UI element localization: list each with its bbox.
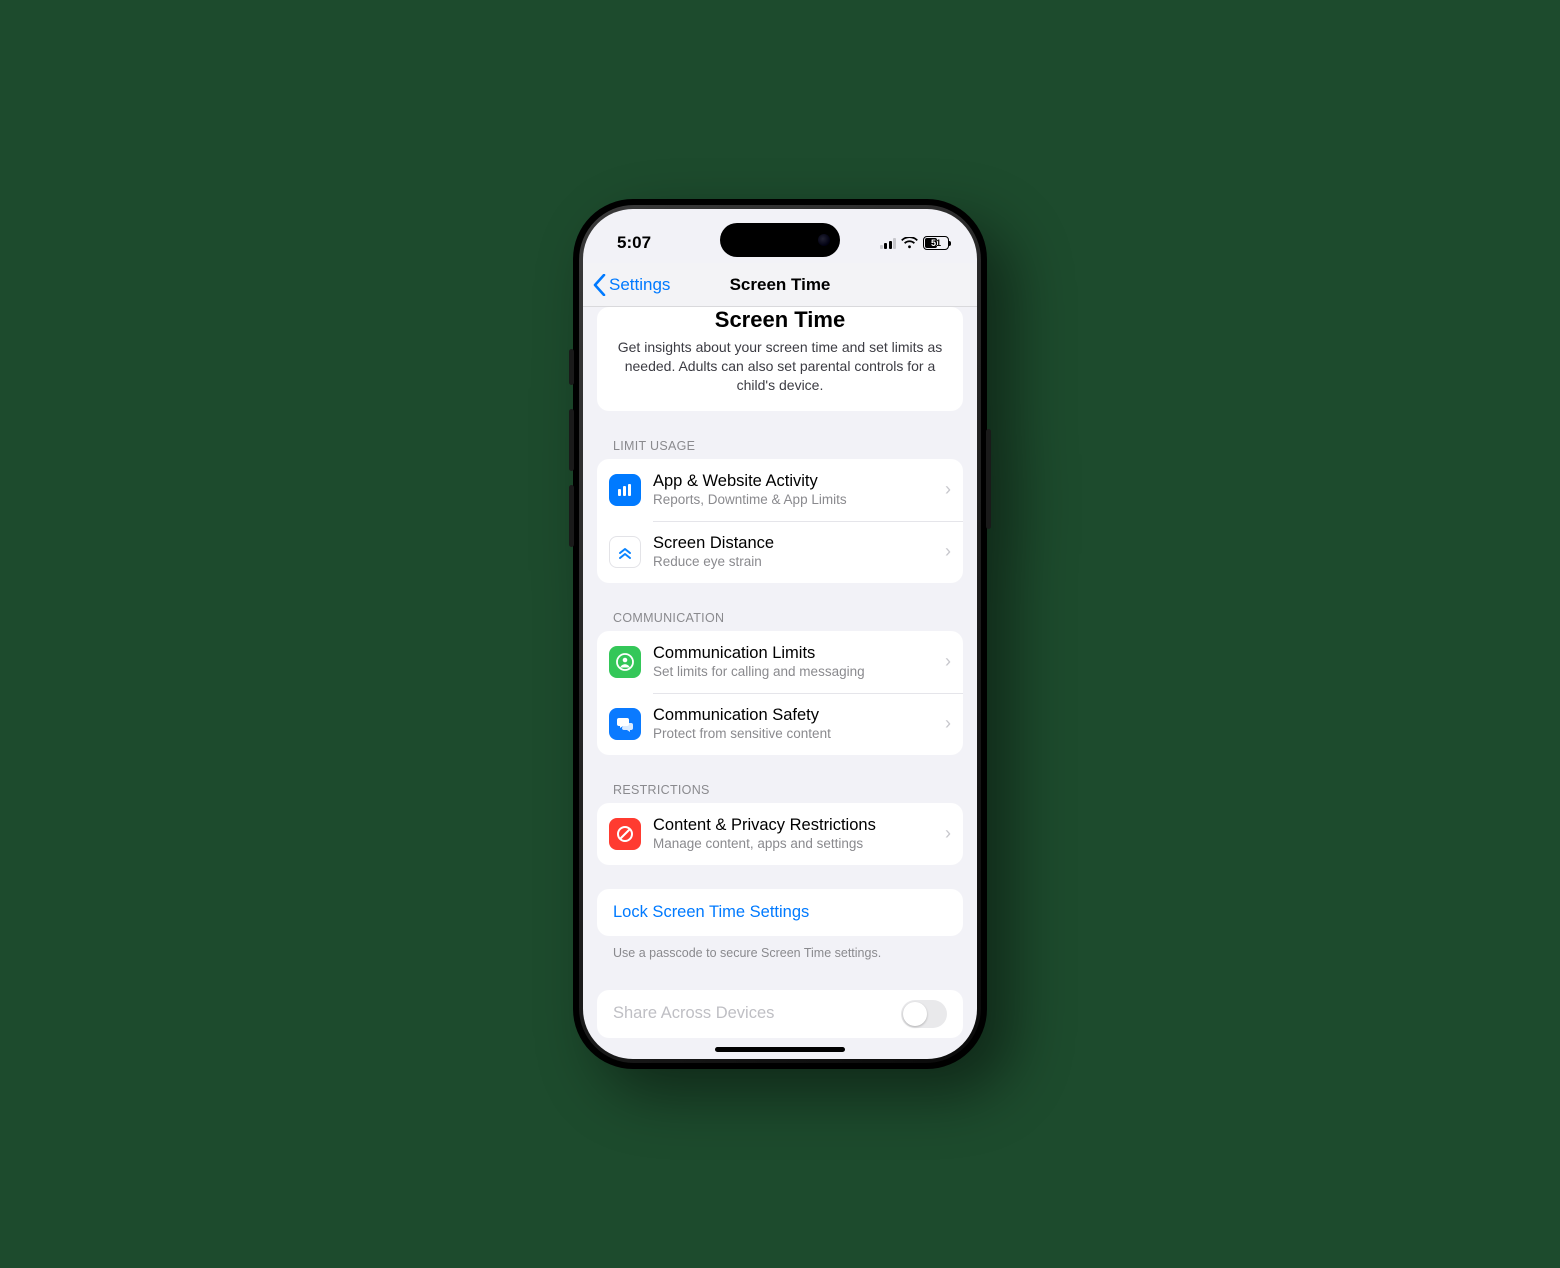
chevron-left-icon — [593, 274, 606, 296]
row-title: Communication Limits — [653, 644, 939, 663]
row-subtitle: Manage content, apps and settings — [653, 836, 939, 851]
row-title: Screen Distance — [653, 534, 939, 553]
volume-down-hw — [569, 485, 574, 547]
row-communication-limits[interactable]: Communication Limits Set limits for call… — [597, 631, 963, 693]
chevron-right-icon: › — [945, 541, 951, 562]
no-entry-icon — [609, 818, 641, 850]
page-description: Get insights about your screen time and … — [615, 338, 945, 395]
chevron-right-icon: › — [945, 823, 951, 844]
link-label: Lock Screen Time Settings — [613, 903, 809, 921]
row-screen-distance[interactable]: Screen Distance Reduce eye strain › — [597, 521, 963, 583]
chevron-right-icon: › — [945, 479, 951, 500]
group-communication: Communication Limits Set limits for call… — [597, 631, 963, 755]
speech-bubbles-icon — [609, 708, 641, 740]
chevron-right-icon: › — [945, 713, 951, 734]
section-header-restrictions: RESTRICTIONS — [613, 783, 963, 797]
nav-bar: Settings Screen Time — [583, 263, 977, 307]
screen: 5:07 51 Settings — [583, 209, 977, 1059]
chart-bar-icon — [609, 474, 641, 506]
person-circle-icon — [609, 646, 641, 678]
cellular-signal-icon — [880, 237, 897, 249]
status-time: 5:07 — [617, 233, 651, 253]
home-indicator[interactable] — [715, 1047, 845, 1052]
phone-frame: 5:07 51 Settings — [573, 199, 987, 1069]
section-header-communication: COMMUNICATION — [613, 611, 963, 625]
row-lock-screen-time[interactable]: Lock Screen Time Settings — [597, 889, 963, 936]
row-title: App & Website Activity — [653, 472, 939, 491]
row-subtitle: Reduce eye strain — [653, 554, 939, 569]
battery-icon: 51 — [923, 236, 949, 250]
row-subtitle: Set limits for calling and messaging — [653, 664, 939, 679]
nav-title: Screen Time — [730, 275, 831, 295]
row-subtitle: Reports, Downtime & App Limits — [653, 492, 939, 507]
row-subtitle: Protect from sensitive content — [653, 726, 939, 741]
section-header-limit-usage: LIMIT USAGE — [613, 439, 963, 453]
silent-switch — [569, 349, 574, 385]
row-share-across-devices[interactable]: Share Across Devices — [597, 990, 963, 1038]
dynamic-island — [720, 223, 840, 257]
row-title: Communication Safety — [653, 706, 939, 725]
back-label: Settings — [609, 275, 670, 295]
row-content-privacy[interactable]: Content & Privacy Restrictions Manage co… — [597, 803, 963, 865]
intro-card: Screen Time Get insights about your scre… — [597, 307, 963, 411]
wifi-icon — [901, 237, 918, 249]
group-limit-usage: App & Website Activity Reports, Downtime… — [597, 459, 963, 583]
chevron-right-icon: › — [945, 651, 951, 672]
volume-up-hw — [569, 409, 574, 471]
lock-footnote: Use a passcode to secure Screen Time set… — [613, 946, 963, 960]
row-communication-safety[interactable]: Communication Safety Protect from sensit… — [597, 693, 963, 755]
row-app-website-activity[interactable]: App & Website Activity Reports, Downtime… — [597, 459, 963, 521]
row-title: Share Across Devices — [613, 1004, 774, 1023]
page-title: Screen Time — [615, 307, 945, 333]
chevrons-up-icon — [609, 536, 641, 568]
group-restrictions: Content & Privacy Restrictions Manage co… — [597, 803, 963, 865]
row-title: Content & Privacy Restrictions — [653, 816, 939, 835]
content-scroll[interactable]: Screen Time Get insights about your scre… — [583, 307, 977, 1059]
back-button[interactable]: Settings — [593, 263, 670, 306]
side-button-hw — [986, 429, 991, 529]
toggle-share-devices[interactable] — [901, 1000, 947, 1028]
